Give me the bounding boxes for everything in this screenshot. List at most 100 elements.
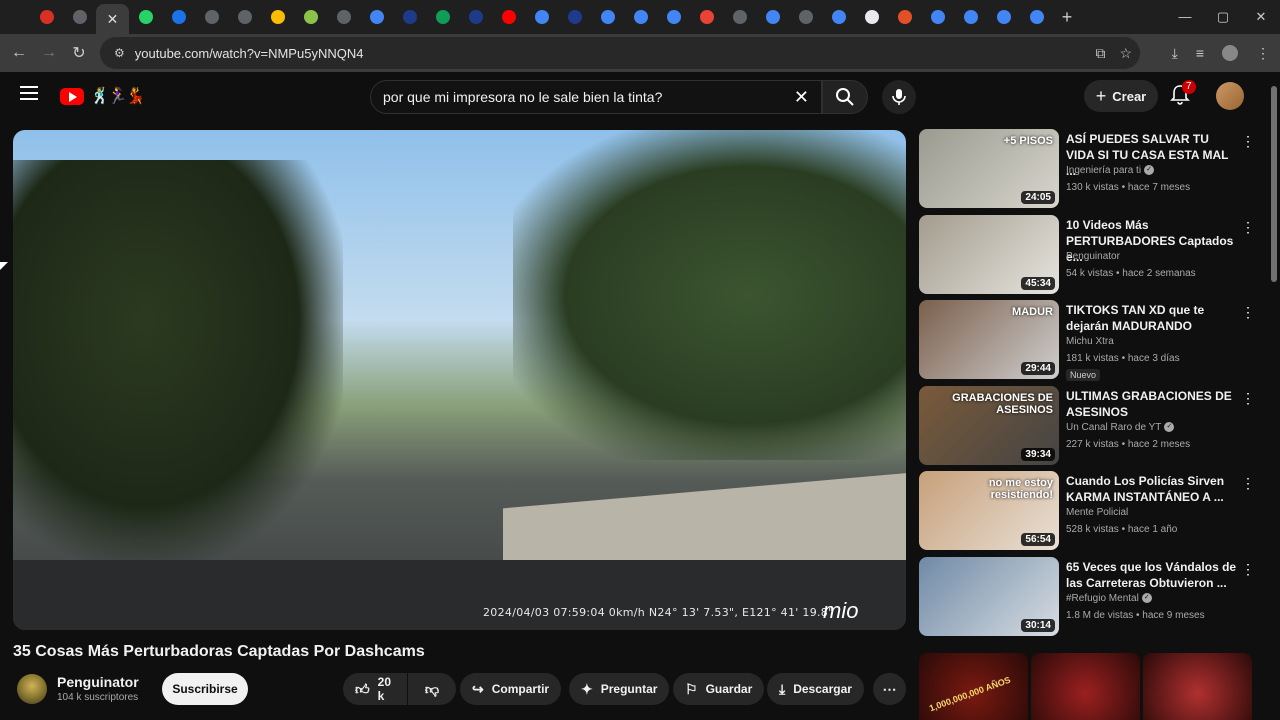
- browser-tab[interactable]: [162, 3, 195, 31]
- more-options-icon[interactable]: ⋮: [1241, 304, 1255, 321]
- browser-tab[interactable]: [954, 3, 987, 31]
- forward-icon[interactable]: →: [34, 44, 64, 62]
- video-thumbnail[interactable]: GRABACIONES DE ASESINOS 39:34: [919, 385, 1059, 465]
- browser-tab[interactable]: [327, 3, 360, 31]
- reload-icon[interactable]: ↻: [64, 43, 94, 63]
- voice-search-button[interactable]: [882, 80, 916, 114]
- page-scrollbar[interactable]: [1268, 72, 1280, 720]
- browser-tab[interactable]: [129, 3, 162, 31]
- share-button[interactable]: ↪ Compartir: [460, 673, 562, 705]
- recommendation-item[interactable]: +5 PISOS 24:05 ASÍ PUEDES SALVAR TU VIDA S…: [919, 129, 1264, 209]
- recommendation-title[interactable]: Cuando Los Policías Sirven KARMA INSTANT…: [1066, 473, 1238, 505]
- browser-tab[interactable]: [888, 3, 921, 31]
- browser-tab[interactable]: [921, 3, 954, 31]
- more-options-icon[interactable]: ⋮: [1241, 475, 1255, 492]
- browser-tab[interactable]: [30, 3, 63, 31]
- browser-tab[interactable]: [1020, 3, 1053, 31]
- short-thumbnail[interactable]: [1031, 653, 1140, 720]
- subscribe-button[interactable]: Suscribirse: [162, 673, 248, 705]
- video-player[interactable]: 2024/04/03 07:59:04 0km/h N24° 13' 7.53"…: [13, 130, 906, 630]
- ask-button[interactable]: ✦ Preguntar: [569, 673, 670, 705]
- more-options-icon[interactable]: ⋮: [1241, 390, 1255, 407]
- site-info-icon[interactable]: ⚙: [114, 46, 125, 60]
- browser-tab[interactable]: [195, 3, 228, 31]
- browser-tab[interactable]: ✕: [96, 4, 129, 34]
- close-window-icon[interactable]: ✕: [1242, 0, 1280, 34]
- downloads-icon[interactable]: ⤓: [1172, 45, 1178, 62]
- browser-tab[interactable]: [393, 3, 426, 31]
- recommendation-item[interactable]: MADUR 29:44 TIKTOKS TAN XD que te dejarán …: [919, 300, 1264, 381]
- short-thumbnail[interactable]: 1,000,000,000 AÑOS: [919, 653, 1028, 720]
- maximize-icon[interactable]: ▢: [1204, 0, 1242, 34]
- minimize-icon[interactable]: —: [1166, 0, 1204, 34]
- browser-tab[interactable]: [591, 3, 624, 31]
- more-options-icon[interactable]: ⋮: [1241, 133, 1255, 150]
- recommendation-title[interactable]: ULTIMAS GRABACIONES DE ASESINOS: [1066, 388, 1238, 420]
- video-thumbnail[interactable]: 45:34: [919, 214, 1059, 294]
- browser-tab[interactable]: [558, 3, 591, 31]
- recommendation-item[interactable]: 45:34 10 Videos Más PERTURBADORES Captado…: [919, 214, 1264, 295]
- browser-tab[interactable]: [261, 3, 294, 31]
- browser-tab[interactable]: [822, 3, 855, 31]
- like-button[interactable]: 👍︎ 20 k: [343, 673, 407, 705]
- omnibox[interactable]: ⚙ youtube.com/watch?v=NMPu5yNNQN4 ⧉ ☆: [100, 37, 1140, 69]
- recommendation-item[interactable]: GRABACIONES DE ASESINOS 39:34 ULTIMAS GRAB…: [919, 385, 1264, 466]
- notifications-button[interactable]: 7: [1170, 80, 1196, 108]
- account-avatar[interactable]: [1216, 82, 1244, 110]
- browser-tab[interactable]: [657, 3, 690, 31]
- browser-tab[interactable]: [756, 3, 789, 31]
- browser-tab[interactable]: [855, 3, 888, 31]
- bookmark-star-icon[interactable]: ☆: [1119, 45, 1132, 62]
- browser-tab[interactable]: [690, 3, 723, 31]
- recommendation-item[interactable]: 30:14 65 Veces que los Vándalos de las Ca…: [919, 556, 1264, 637]
- download-button[interactable]: ⤓ Descargar: [767, 673, 864, 705]
- more-options-icon[interactable]: ⋮: [1241, 219, 1255, 236]
- scrollbar-thumb[interactable]: [1271, 86, 1277, 282]
- new-tab-icon[interactable]: +: [1053, 7, 1081, 28]
- channel-avatar[interactable]: [17, 674, 47, 704]
- short-thumbnail[interactable]: [1143, 653, 1252, 720]
- tab-favicon-icon: [567, 10, 582, 24]
- recommendation-title[interactable]: 65 Veces que los Vándalos de las Carrete…: [1066, 559, 1238, 591]
- profile-icon[interactable]: [1222, 45, 1238, 61]
- media-icon[interactable]: ≡: [1196, 45, 1204, 61]
- recommendation-channel[interactable]: Un Canal Raro de YT ✓: [1066, 422, 1175, 433]
- browser-tab[interactable]: [492, 3, 525, 31]
- recommendation-channel[interactable]: Penguinator: [1066, 251, 1120, 262]
- save-button[interactable]: ⚐ Guardar: [673, 673, 765, 705]
- create-button[interactable]: + Crear: [1084, 80, 1158, 112]
- recommendation-title[interactable]: TIKTOKS TAN XD que te dejarán MADURANDO: [1066, 302, 1238, 334]
- video-thumbnail[interactable]: +5 PISOS 24:05: [919, 129, 1059, 208]
- more-options-icon[interactable]: ⋮: [1241, 561, 1255, 578]
- recommendation-channel[interactable]: #Refugio Mental ✓: [1066, 593, 1152, 604]
- browser-tab[interactable]: [294, 3, 327, 31]
- more-actions-button[interactable]: ⋯: [873, 673, 906, 705]
- menu-icon[interactable]: [20, 86, 38, 104]
- browser-tab[interactable]: [63, 3, 96, 31]
- recommendation-channel[interactable]: Ingeniería para ti ✓: [1066, 165, 1155, 176]
- dislike-button[interactable]: 👎︎: [408, 673, 456, 705]
- search-input[interactable]: por que mi impresora no le sale bien la …: [370, 80, 822, 114]
- video-thumbnail[interactable]: no me estoy resistiendo! 56:54: [919, 471, 1059, 550]
- browser-tab[interactable]: [525, 3, 558, 31]
- recommendation-item[interactable]: no me estoy resistiendo! 56:54 Cuando Los …: [919, 471, 1264, 551]
- browser-tab[interactable]: [459, 3, 492, 31]
- youtube-logo[interactable]: 🕺🏃‍♀️💃: [60, 86, 146, 106]
- back-icon[interactable]: ←: [4, 44, 34, 62]
- install-icon[interactable]: ⧉: [1095, 45, 1105, 62]
- browser-tab[interactable]: [228, 3, 261, 31]
- video-thumbnail[interactable]: 30:14: [919, 556, 1059, 636]
- menu-kebab-icon[interactable]: ⋮: [1256, 45, 1270, 62]
- recommendation-channel[interactable]: Mente Policial: [1066, 507, 1128, 518]
- recommendation-channel[interactable]: Michu Xtra: [1066, 336, 1114, 347]
- browser-tab[interactable]: [426, 3, 459, 31]
- browser-tab[interactable]: [723, 3, 756, 31]
- search-button[interactable]: [822, 80, 868, 114]
- browser-tab[interactable]: [624, 3, 657, 31]
- video-thumbnail[interactable]: MADUR 29:44: [919, 300, 1059, 379]
- channel-name[interactable]: Penguinator: [57, 674, 139, 690]
- browser-tab[interactable]: [789, 3, 822, 31]
- browser-tab[interactable]: [987, 3, 1020, 31]
- browser-tab[interactable]: [360, 3, 393, 31]
- clear-search-icon[interactable]: ✕: [794, 87, 809, 108]
